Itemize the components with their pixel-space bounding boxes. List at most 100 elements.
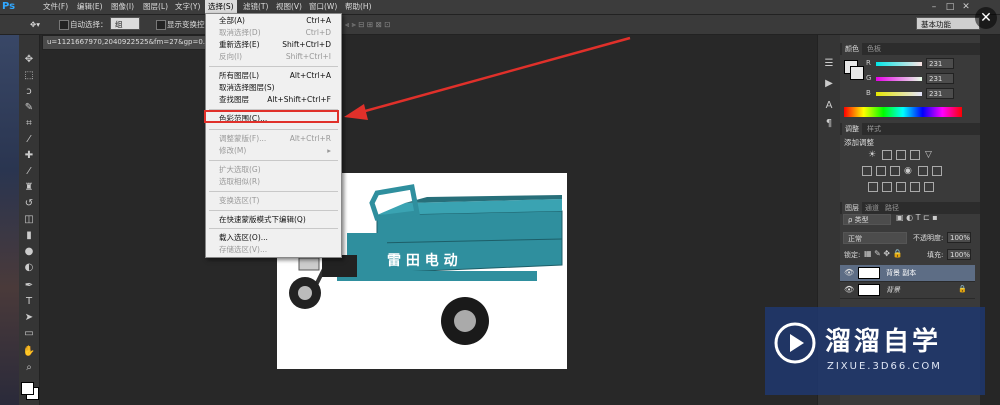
tab-adjustments[interactable]: 调整 xyxy=(842,123,862,135)
actions-panel-icon[interactable]: ▶ xyxy=(822,77,836,91)
window-close-icon[interactable]: ✕ xyxy=(960,1,972,13)
channel-b-slider[interactable] xyxy=(876,92,922,96)
invert-icon[interactable] xyxy=(868,182,878,192)
dodge-tool-icon[interactable]: ◐ xyxy=(22,261,36,275)
text-tool-icon[interactable]: T xyxy=(22,295,36,309)
exposure-icon[interactable] xyxy=(910,150,920,160)
tab-layers[interactable]: 图层 xyxy=(842,202,862,214)
brush-tool-icon[interactable]: ⁄ xyxy=(22,165,36,179)
menu-image[interactable]: 图像(I) xyxy=(108,0,137,14)
lock-icons[interactable]: ▦ ✎ ✥ 🔒 xyxy=(864,249,903,258)
path-select-tool-icon[interactable]: ➤ xyxy=(22,311,36,325)
healing-tool-icon[interactable]: ✚ xyxy=(22,149,36,163)
menu-item-deselect-layers[interactable]: 取消选择图层(S) xyxy=(206,82,341,94)
opacity-value[interactable]: 100% xyxy=(947,232,971,243)
gradient-map-icon[interactable] xyxy=(910,182,920,192)
menu-item-load-selection[interactable]: 载入选区(O)... xyxy=(206,232,341,244)
overlay-close-icon[interactable]: ✕ xyxy=(975,7,997,29)
blend-mode-dropdown[interactable]: 正常 xyxy=(843,232,907,244)
color-ramp[interactable] xyxy=(844,107,962,117)
character-panel-icon[interactable]: A xyxy=(822,99,836,113)
menu-item-find-layers[interactable]: 查找图层 Alt+Shift+Ctrl+F xyxy=(206,94,341,106)
history-panel-icon[interactable]: ☰ xyxy=(822,57,836,71)
crop-tool-icon[interactable]: ⌗ xyxy=(22,117,36,131)
threshold-icon[interactable] xyxy=(896,182,906,192)
maximize-icon[interactable]: □ xyxy=(944,1,956,13)
menu-item-all[interactable]: 全部(A) Ctrl+A xyxy=(206,15,341,27)
marquee-tool-icon[interactable]: ⬚ xyxy=(22,69,36,83)
shape-tool-icon[interactable]: ▭ xyxy=(22,327,36,341)
menu-item-transform-selection[interactable]: 变换选区(T) xyxy=(206,195,341,207)
fill-value[interactable]: 100% xyxy=(947,249,971,260)
show-transform-checkbox[interactable] xyxy=(156,20,166,30)
channel-r-value[interactable]: 231 xyxy=(926,58,954,69)
visibility-eye-icon[interactable]: 👁 xyxy=(844,268,854,277)
menu-layer[interactable]: 图层(L) xyxy=(140,0,171,14)
menu-edit[interactable]: 编辑(E) xyxy=(74,0,106,14)
channel-mixer-icon[interactable] xyxy=(918,166,928,176)
hand-tool-icon[interactable]: ✋ xyxy=(22,345,36,359)
paragraph-panel-icon[interactable]: ¶ xyxy=(822,117,836,131)
minimize-icon[interactable]: – xyxy=(928,1,940,13)
move-tool-icon[interactable]: ✥▾ xyxy=(30,18,40,31)
layer-filter-dropdown[interactable]: ρ 类型 xyxy=(843,214,891,225)
levels-icon[interactable] xyxy=(882,150,892,160)
curves-icon[interactable] xyxy=(896,150,906,160)
color-balance-icon[interactable] xyxy=(876,166,886,176)
menu-window[interactable]: 窗口(W) xyxy=(306,0,340,14)
zoom-tool-icon[interactable]: ⌕ xyxy=(22,361,36,375)
tab-channels[interactable]: 通道 xyxy=(862,202,882,214)
color-bg-swatch[interactable] xyxy=(850,66,864,80)
menu-item-inverse[interactable]: 反向(I) Shift+Ctrl+I xyxy=(206,51,341,63)
layer-row[interactable]: 👁 背景 🔒 xyxy=(840,282,975,299)
menu-select[interactable]: 选择(S) xyxy=(205,0,237,14)
menu-filter[interactable]: 滤镜(T) xyxy=(240,0,271,14)
color-lookup-icon[interactable] xyxy=(932,166,942,176)
document-tab[interactable]: u=1121667970,2040922525&fm=27&gp=0.jpg xyxy=(42,35,216,50)
layer-name[interactable]: 背景 副本 xyxy=(886,268,916,278)
menu-item-save-selection[interactable]: 存储选区(V)... xyxy=(206,244,341,256)
layer-name[interactable]: 背景 xyxy=(886,285,900,295)
vibrance-icon[interactable]: ▽ xyxy=(925,150,932,160)
menu-view[interactable]: 视图(V) xyxy=(273,0,305,14)
channel-b-value[interactable]: 231 xyxy=(926,88,954,99)
tab-styles[interactable]: 样式 xyxy=(864,123,884,135)
menu-item-refine-mask[interactable]: 调整蒙版(F)... Alt+Ctrl+R xyxy=(206,133,341,145)
menu-item-grow[interactable]: 扩大选取(G) xyxy=(206,164,341,176)
tab-color[interactable]: 颜色 xyxy=(842,43,862,55)
menu-type[interactable]: 文字(Y) xyxy=(172,0,203,14)
channel-g-slider[interactable] xyxy=(876,77,922,81)
brightness-icon[interactable]: ☀ xyxy=(868,150,876,160)
eyedropper-tool-icon[interactable]: ⁄ xyxy=(22,133,36,147)
workspace-dropdown[interactable]: 基本功能 xyxy=(916,17,980,30)
pen-tool-icon[interactable]: ✒ xyxy=(22,279,36,293)
stamp-tool-icon[interactable]: ♜ xyxy=(22,181,36,195)
photo-filter-icon[interactable]: ◉ xyxy=(904,166,912,176)
move-tool-icon[interactable]: ✥ xyxy=(22,53,36,67)
menu-help[interactable]: 帮助(H) xyxy=(342,0,375,14)
visibility-eye-icon[interactable]: 👁 xyxy=(844,285,854,294)
auto-select-checkbox[interactable] xyxy=(59,20,69,30)
hue-saturation-icon[interactable] xyxy=(862,166,872,176)
channel-g-value[interactable]: 231 xyxy=(926,73,954,84)
menu-file[interactable]: 文件(F) xyxy=(40,0,71,14)
menu-item-reselect[interactable]: 重新选择(E) Shift+Ctrl+D xyxy=(206,39,341,51)
blur-tool-icon[interactable]: ● xyxy=(22,245,36,259)
posterize-icon[interactable] xyxy=(882,182,892,192)
foreground-color-swatch[interactable] xyxy=(21,382,34,395)
layer-filter-icons[interactable]: ▣ ◐ T ⊏ ▪ xyxy=(896,213,938,222)
channel-r-slider[interactable] xyxy=(876,62,922,66)
menu-item-all-layers[interactable]: 所有图层(L) Alt+Ctrl+A xyxy=(206,70,341,82)
tab-swatches[interactable]: 色板 xyxy=(864,43,884,55)
layer-row-selected[interactable]: 👁 背景 副本 xyxy=(840,265,975,282)
black-white-icon[interactable] xyxy=(890,166,900,176)
selective-color-icon[interactable] xyxy=(924,182,934,192)
quick-select-tool-icon[interactable]: ✎ xyxy=(22,101,36,115)
history-brush-icon[interactable]: ↺ xyxy=(22,197,36,211)
menu-item-modify[interactable]: 修改(M) ▸ xyxy=(206,145,341,157)
eraser-tool-icon[interactable]: ◫ xyxy=(22,213,36,227)
auto-select-dropdown[interactable]: 组 xyxy=(110,17,140,30)
menu-item-deselect[interactable]: 取消选择(D) Ctrl+D xyxy=(206,27,341,39)
lasso-tool-icon[interactable]: ↄ xyxy=(22,85,36,99)
gradient-tool-icon[interactable]: ▮ xyxy=(22,229,36,243)
